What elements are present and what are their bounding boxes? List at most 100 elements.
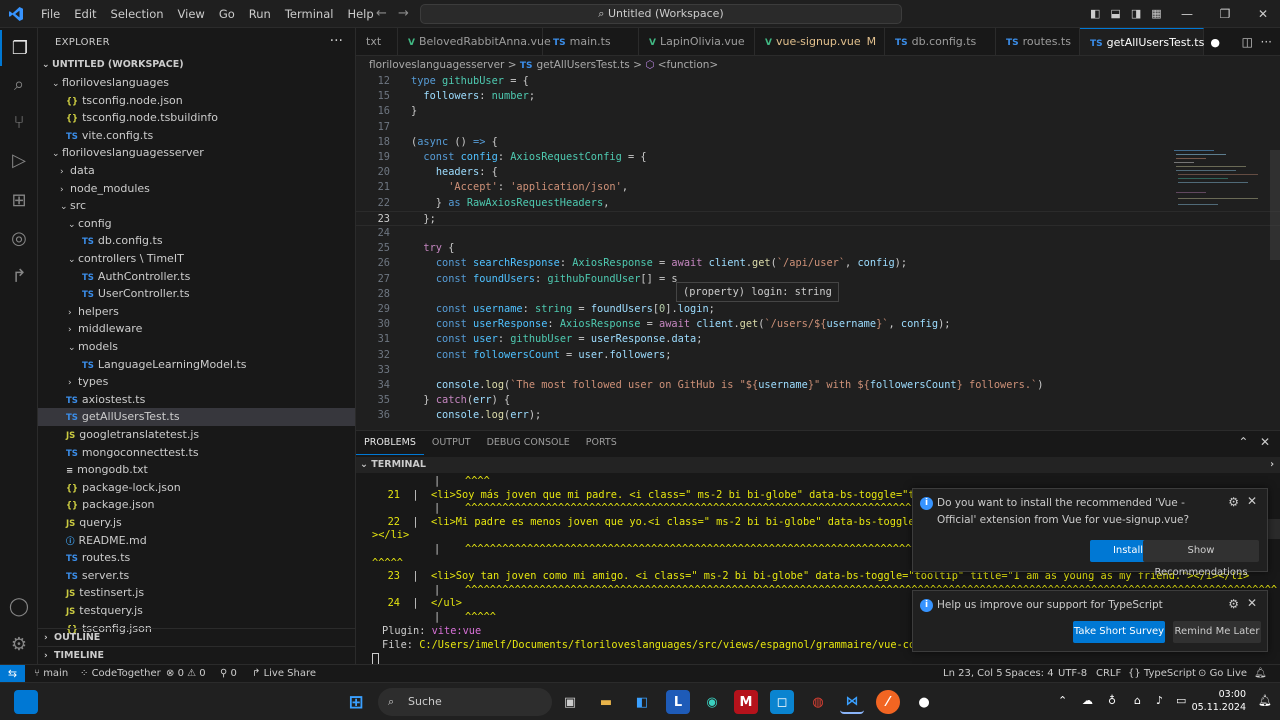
tree-item[interactable]: {} tsconfig.node.tsbuildinfo (38, 109, 355, 127)
cloud-icon[interactable]: ☁ (1082, 694, 1093, 707)
toggle-sidebar-icon[interactable]: ◧ (1090, 7, 1100, 20)
code-editor[interactable]: 12 type githubUser = {15 followers: numbe… (356, 74, 1280, 430)
app-icon[interactable]: ◻ (770, 690, 794, 714)
line-endings[interactable]: CRLF (1096, 665, 1121, 682)
timeline-section[interactable]: › TIMELINE (38, 646, 355, 664)
customize-layout-icon[interactable]: ▦ (1151, 7, 1161, 20)
remote-indicator-icon[interactable]: ⇆ (0, 665, 25, 682)
mcafee-icon[interactable]: M (734, 690, 758, 714)
tree-item[interactable]: ⌄ src (38, 197, 355, 215)
more-actions-icon[interactable]: ··· (1261, 35, 1272, 49)
editor-tab[interactable]: V BelovedRabbitAnna.vue (398, 28, 551, 55)
problems-status[interactable]: ⊗ 0 ⚠ 0 (166, 665, 206, 682)
breadcrumb-folder[interactable]: floriloveslanguagesserver (369, 59, 504, 71)
codetogether-status[interactable]: ⁘ CodeTogether (80, 665, 161, 682)
tree-item[interactable]: TS routes.ts (38, 549, 355, 567)
tree-item[interactable]: ⌄ controllers \ TimeIT (38, 250, 355, 268)
tree-item[interactable]: JS testquery.js (38, 602, 355, 620)
branch-status[interactable]: ⑂ main (34, 665, 68, 682)
live-share-status[interactable]: ↱ Live Share (252, 665, 316, 682)
remind-me-later-button[interactable]: Remind Me Later (1173, 621, 1261, 643)
search-view-icon[interactable]: ⌕ (0, 66, 38, 102)
tree-item[interactable]: ≡ mongodb.txt (38, 461, 355, 479)
close-icon[interactable]: ✕ (1247, 494, 1257, 508)
tree-item[interactable]: TS LanguageLearningModel.ts (38, 356, 355, 374)
back-arrow-icon[interactable]: ← (376, 6, 387, 21)
forward-arrow-icon[interactable]: → (398, 6, 409, 21)
menu-view[interactable]: View (171, 0, 212, 28)
edge-icon[interactable]: ◉ (700, 690, 724, 714)
maximize-panel-icon[interactable]: ⌃ (1238, 435, 1248, 449)
tree-item[interactable]: TS getAllUsersTest.ts (38, 408, 355, 426)
tree-item[interactable]: {} package.json (38, 496, 355, 514)
ports-status[interactable]: ⚲ 0 (220, 665, 237, 682)
menu-edit[interactable]: Edit (67, 0, 103, 28)
tree-item[interactable]: TS db.config.ts (38, 232, 355, 250)
task-view-icon[interactable]: ▣ (558, 690, 582, 714)
vscode-taskbar-icon[interactable]: ⋈ (840, 690, 864, 714)
tab-ports[interactable]: PORTS (578, 431, 625, 455)
chrome-icon[interactable]: ◍ (806, 690, 830, 714)
more-actions-icon[interactable]: ··· (330, 33, 343, 49)
windows-start-icon[interactable]: ⊞ (344, 690, 368, 714)
explorer-icon[interactable]: ❐ (0, 30, 38, 66)
tree-item[interactable]: TS mongoconnecttest.ts (38, 444, 355, 462)
volume-icon[interactable]: ♪ (1156, 694, 1163, 707)
tree-item[interactable]: JS query.js (38, 514, 355, 532)
show-recommendations-button[interactable]: Show Recommendations (1143, 540, 1259, 578)
close-panel-icon[interactable]: ✕ (1260, 435, 1270, 449)
taskbar-clock[interactable]: 03:00 05.11.2024 (1192, 688, 1246, 714)
tree-item[interactable]: {} package-lock.json (38, 479, 355, 497)
menu-help[interactable]: Help (340, 0, 380, 28)
encoding[interactable]: UTF-8 (1058, 665, 1087, 682)
notification-center-icon[interactable]: 🔔︎ (1258, 694, 1272, 707)
gear-icon[interactable]: ⚙ (1228, 597, 1239, 611)
editor-scrollbar[interactable] (1270, 150, 1280, 260)
app-orange-icon[interactable]: ⁄ (876, 690, 900, 714)
editor-tab[interactable]: txt (356, 28, 398, 55)
remote-explorer-icon[interactable]: ◎ (0, 220, 38, 256)
file-explorer-icon[interactable]: ▬ (594, 690, 618, 714)
notifications-bell-icon[interactable]: 🔔︎ (1254, 665, 1267, 682)
editor-tab[interactable]: V LapinOlivia.vue (639, 28, 755, 55)
tree-item[interactable]: TS AuthController.ts (38, 268, 355, 286)
editor-tab[interactable]: TS main.ts (543, 28, 639, 55)
cursor-position[interactable]: Ln 23, Col 5 (943, 665, 1003, 682)
tree-item[interactable]: TS vite.config.ts (38, 127, 355, 145)
indentation[interactable]: Spaces: 4 (1005, 665, 1054, 682)
editor-tab[interactable]: TS getAllUsersTest.ts ● (1080, 28, 1220, 55)
network-icon[interactable]: ⌂ (1134, 694, 1141, 707)
account-icon[interactable]: ◯ (0, 588, 38, 624)
editor-tab[interactable]: Vvue-signup.vue M (755, 28, 885, 55)
tree-item[interactable]: ⌄ models (38, 338, 355, 356)
terminal-more-icon[interactable]: › (1270, 457, 1274, 473)
tree-item[interactable]: › types (38, 373, 355, 391)
close-window-button[interactable]: ✕ (1240, 0, 1280, 28)
tab-output[interactable]: OUTPUT (424, 431, 479, 455)
manage-gear-icon[interactable]: ⚙ (0, 626, 38, 662)
extensions-icon[interactable]: ⊞ (0, 182, 38, 218)
tree-item[interactable]: ⌄ config (38, 215, 355, 233)
language-mode[interactable]: {} TypeScript (1128, 665, 1196, 682)
close-icon[interactable]: ✕ (1247, 596, 1257, 610)
menu-run[interactable]: Run (242, 0, 278, 28)
tree-item[interactable]: › data (38, 162, 355, 180)
tab-debug-console[interactable]: DEBUG CONSOLE (479, 431, 578, 455)
store-icon[interactable]: ◧ (630, 690, 654, 714)
toggle-secondary-sidebar-icon[interactable]: ◨ (1131, 7, 1141, 20)
tree-item[interactable]: › middleware (38, 320, 355, 338)
tab-problems[interactable]: PROBLEMS (356, 431, 424, 455)
menu-file[interactable]: File (34, 0, 67, 28)
terminal-header[interactable]: ⌄ TERMINAL › (356, 457, 1280, 473)
tree-item[interactable]: ⌄ floriloveslanguages (38, 74, 355, 92)
menu-terminal[interactable]: Terminal (278, 0, 341, 28)
minimap[interactable] (1170, 148, 1266, 228)
live-share-icon[interactable]: ↱ (0, 258, 38, 294)
gear-icon[interactable]: ⚙ (1228, 495, 1239, 509)
lightshot-icon[interactable]: L (666, 690, 690, 714)
toggle-panel-icon[interactable]: ⬓ (1110, 7, 1120, 20)
split-editor-icon[interactable]: ◫ (1242, 35, 1253, 49)
breadcrumb-file[interactable]: getAllUsersTest.ts (536, 59, 629, 71)
go-live-status[interactable]: ⊙ Go Live (1198, 665, 1247, 682)
tree-item[interactable]: ⓘ README.md (38, 532, 355, 550)
